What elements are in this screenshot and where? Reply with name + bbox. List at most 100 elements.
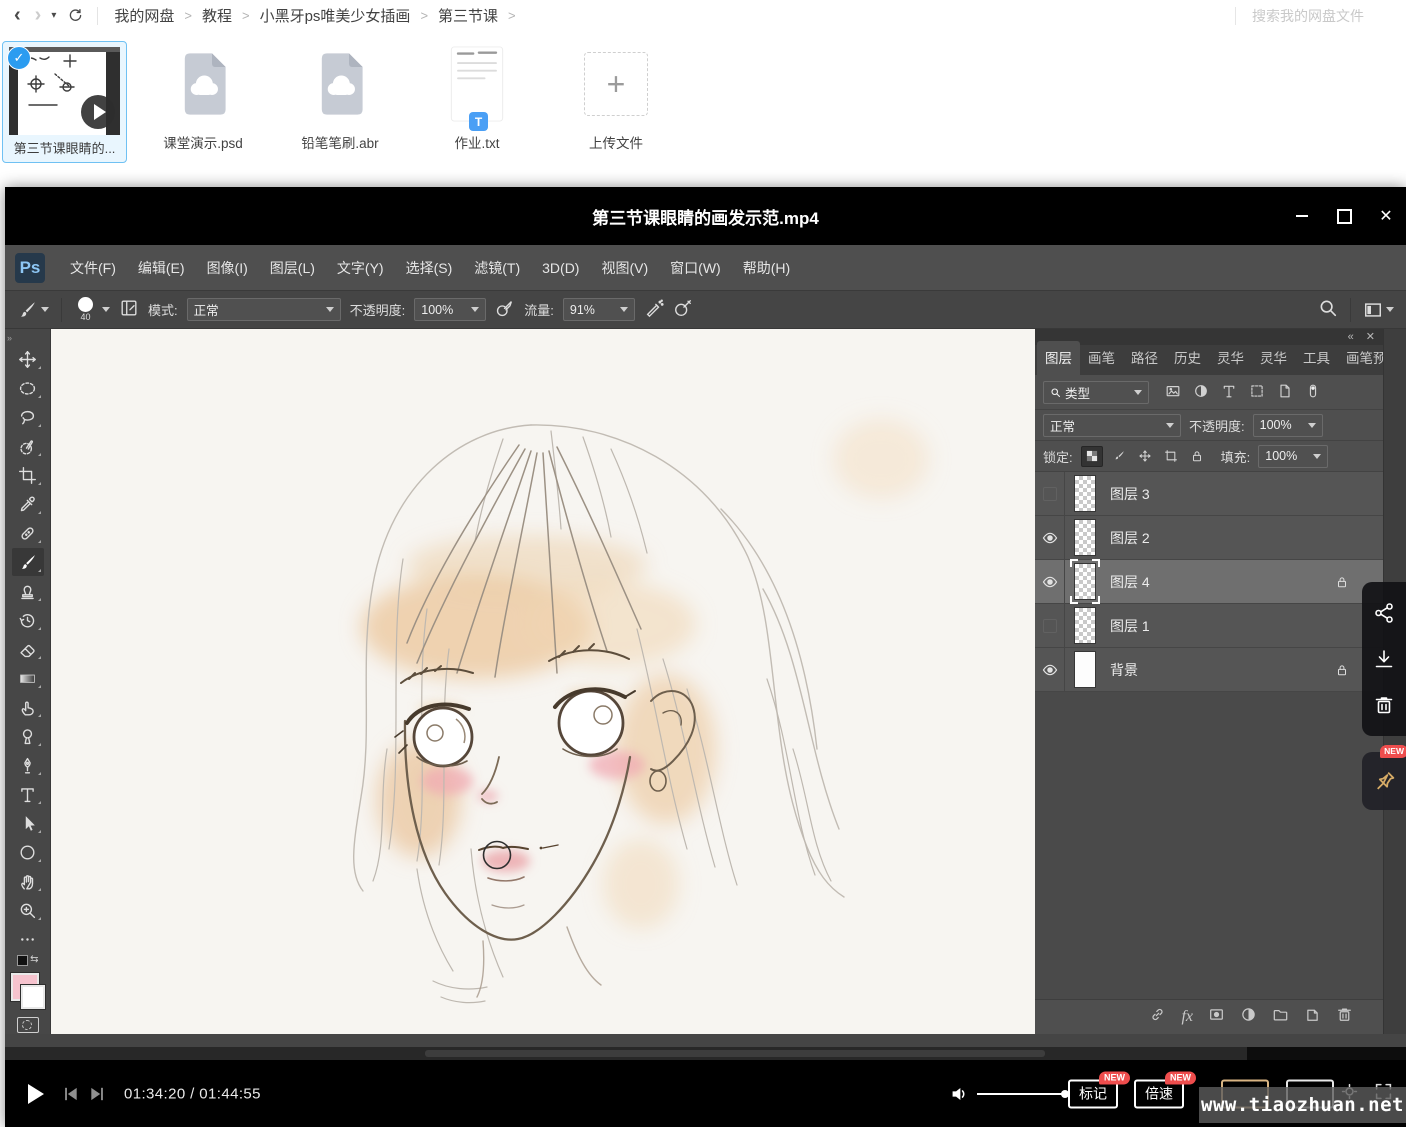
- pressure-opacity-icon[interactable]: [495, 298, 515, 321]
- close-icon[interactable]: ✕: [1378, 208, 1394, 224]
- back-icon[interactable]: ‹: [14, 4, 21, 27]
- layer-row[interactable]: 图层 1: [1035, 604, 1383, 648]
- tab-路径[interactable]: 路径: [1123, 341, 1166, 375]
- layer-row[interactable]: 图层 3: [1035, 472, 1383, 516]
- search-icon[interactable]: [1318, 298, 1338, 321]
- gradient-tool-icon[interactable]: [12, 664, 44, 692]
- previous-button[interactable]: [62, 1085, 79, 1102]
- file-item[interactable]: 铅笔笔刷.abr: [285, 41, 395, 152]
- layer-thumbnail[interactable]: [1074, 651, 1096, 688]
- layer-blend-mode-select[interactable]: 正常: [1043, 414, 1181, 437]
- play-overlay-icon[interactable]: [81, 95, 115, 129]
- share-icon[interactable]: [1373, 602, 1395, 624]
- file-item-video-selected[interactable]: ✓ 第三节课眼睛的...: [2, 41, 127, 163]
- quick-select-tool-icon[interactable]: [12, 432, 44, 460]
- workspace-switcher-icon[interactable]: [1363, 300, 1394, 320]
- lock-position-icon[interactable]: [1135, 447, 1155, 466]
- menu-item[interactable]: 选择(S): [395, 258, 464, 278]
- layer-fill-select[interactable]: 100%: [1258, 445, 1328, 468]
- volume-icon[interactable]: [950, 1084, 969, 1103]
- file-item[interactable]: +上传文件: [561, 41, 671, 152]
- chevron-down-icon[interactable]: [102, 307, 110, 312]
- history-dropdown-icon[interactable]: ▾: [51, 10, 56, 21]
- lock-transparent-icon[interactable]: [1081, 446, 1103, 467]
- menu-item[interactable]: 3D(D): [531, 260, 590, 276]
- file-item[interactable]: 课堂演示.psd: [148, 41, 258, 152]
- menu-item[interactable]: 滤镜(T): [463, 258, 531, 278]
- play-button[interactable]: [24, 1082, 46, 1106]
- type-tool-icon[interactable]: [12, 780, 44, 808]
- marquee-tool-icon[interactable]: [12, 374, 44, 402]
- eraser-tool-icon[interactable]: [12, 635, 44, 663]
- path-select-tool-icon[interactable]: [12, 809, 44, 837]
- ps-canvas[interactable]: [51, 329, 1035, 1034]
- more-tool-icon[interactable]: [12, 925, 44, 953]
- visibility-toggle[interactable]: [1035, 604, 1065, 647]
- layer-new-layer-icon[interactable]: [1304, 1006, 1321, 1028]
- default-swap-colors-icon[interactable]: ⇆: [15, 955, 41, 969]
- menu-item[interactable]: 文字(Y): [326, 258, 395, 278]
- breadcrumb-item[interactable]: 小黑牙ps唯美少女插画: [256, 5, 415, 26]
- filter-type-select[interactable]: 类型: [1043, 381, 1149, 404]
- layer-folder-icon[interactable]: [1272, 1006, 1289, 1028]
- layer-row[interactable]: 图层 2: [1035, 516, 1383, 560]
- filter-toggle-icon[interactable]: [1305, 383, 1321, 402]
- filter-type-icon[interactable]: [1221, 383, 1237, 402]
- breadcrumb-item[interactable]: 我的网盘: [110, 5, 178, 26]
- layer-mask-icon[interactable]: [1208, 1006, 1225, 1028]
- next-button[interactable]: [89, 1085, 106, 1102]
- healing-tool-icon[interactable]: [12, 519, 44, 547]
- tab-历史[interactable]: 历史: [1166, 341, 1209, 375]
- upload-plus-icon[interactable]: +: [584, 52, 648, 116]
- move-tool-icon[interactable]: [12, 345, 44, 373]
- visibility-toggle[interactable]: [1035, 648, 1065, 691]
- shape-tool-icon[interactable]: [12, 838, 44, 866]
- layer-adjust-icon[interactable]: [1240, 1006, 1257, 1028]
- layer-thumbnail[interactable]: [1074, 563, 1096, 600]
- toggle-brush-panel-icon[interactable]: [119, 298, 139, 321]
- quick-mask-icon[interactable]: [17, 1017, 39, 1033]
- tab-图层[interactable]: 图层: [1037, 341, 1080, 375]
- layer-thumbnail[interactable]: [1074, 607, 1096, 644]
- toolbar-collapse-icon[interactable]: »: [3, 333, 52, 345]
- volume-slider[interactable]: [977, 1093, 1065, 1095]
- menu-item[interactable]: 窗口(W): [659, 258, 732, 278]
- zoom-tool-icon[interactable]: [12, 896, 44, 924]
- blend-mode-select[interactable]: 正常: [187, 298, 341, 321]
- pressure-size-icon[interactable]: [673, 298, 693, 321]
- download-icon[interactable]: [1373, 648, 1395, 670]
- hand-tool-icon[interactable]: [12, 867, 44, 895]
- layer-link-icon[interactable]: [1149, 1006, 1166, 1028]
- tab-灵华[interactable]: 灵华: [1252, 341, 1295, 375]
- filter-smart-icon[interactable]: [1277, 383, 1293, 402]
- layer-row[interactable]: 图层 4: [1035, 560, 1383, 604]
- visibility-toggle[interactable]: [1035, 472, 1065, 515]
- search-input[interactable]: 搜索我的网盘文件: [1252, 6, 1392, 26]
- brush-tool-icon[interactable]: [12, 548, 44, 576]
- layer-fx-icon[interactable]: fx: [1181, 1008, 1193, 1026]
- crop-tool-icon[interactable]: [12, 461, 44, 489]
- lock-pixels-icon[interactable]: [1109, 447, 1129, 466]
- layer-trash-icon[interactable]: [1336, 1006, 1353, 1028]
- tab-灵华[interactable]: 灵华: [1209, 341, 1252, 375]
- dodge-tool-icon[interactable]: [12, 722, 44, 750]
- eyedropper-tool-icon[interactable]: [12, 490, 44, 518]
- background-color-swatch[interactable]: [21, 985, 45, 1009]
- layer-opacity-select[interactable]: 100%: [1253, 414, 1323, 437]
- filter-pixel-icon[interactable]: [1165, 383, 1181, 402]
- trash-icon[interactable]: [1373, 694, 1395, 716]
- menu-item[interactable]: 图像(I): [196, 258, 259, 278]
- visibility-toggle[interactable]: [1035, 560, 1065, 603]
- pen-tool-icon[interactable]: [12, 751, 44, 779]
- layer-thumbnail[interactable]: [1074, 519, 1096, 556]
- visibility-toggle[interactable]: [1035, 516, 1065, 559]
- file-item[interactable]: T作业.txt: [422, 41, 532, 152]
- maximize-icon[interactable]: [1336, 208, 1352, 224]
- menu-item[interactable]: 帮助(H): [732, 258, 801, 278]
- menu-item[interactable]: 视图(V): [590, 258, 659, 278]
- layer-row[interactable]: 背景: [1035, 648, 1383, 692]
- stamp-tool-icon[interactable]: [12, 577, 44, 605]
- layer-thumbnail[interactable]: [1074, 475, 1096, 512]
- lock-artboard-icon[interactable]: [1161, 447, 1181, 466]
- opacity-select[interactable]: 100%: [414, 298, 486, 321]
